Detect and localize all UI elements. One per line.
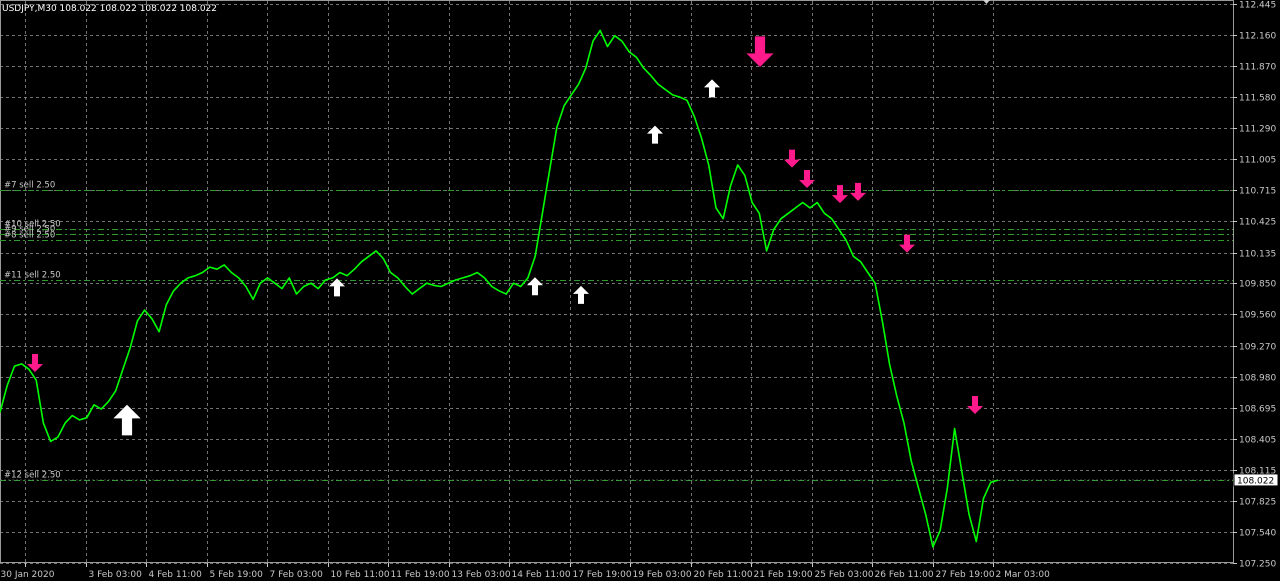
x-tick-label: 20 Feb 11:00 <box>694 570 753 580</box>
y-tick-label: 111.870 <box>1239 63 1276 73</box>
sell-level-label: #7 sell 2.50 <box>4 181 55 191</box>
y-tick-label: 111.290 <box>1239 125 1276 135</box>
y-tick-label: 108.405 <box>1239 436 1276 446</box>
x-tick-label: 21 Feb 19:00 <box>754 570 813 580</box>
buy-arrow-icon <box>527 277 543 296</box>
y-tick-label: 107.540 <box>1239 529 1276 539</box>
y-tick-label: 108.980 <box>1239 374 1276 384</box>
sell-arrow-icon <box>967 395 983 414</box>
sell-level-label: #12 sell 2.50 <box>4 471 61 481</box>
scroll-marker-icon <box>983 0 990 4</box>
y-tick-label: 107.825 <box>1239 498 1276 508</box>
buy-arrow-icon <box>704 79 720 98</box>
x-tick-label: 5 Feb 19:00 <box>210 570 264 580</box>
sell-arrow-icon <box>799 170 815 189</box>
y-tick-label: 112.445 <box>1239 1 1276 11</box>
y-tick-label: 110.135 <box>1239 250 1276 260</box>
x-tick-label: 13 Feb 03:00 <box>452 570 511 580</box>
chart-canvas[interactable]: 112.445 112.160 111.870 111.580 111.290 111.0… <box>0 0 1280 581</box>
y-tick-label: 109.560 <box>1239 311 1276 321</box>
plot-frame <box>0 0 1234 563</box>
x-tick-label: 30 Jan 2020 <box>1 570 55 580</box>
chart-title: USDJPY,M30 108.022 108.022 108.022 108.0… <box>2 4 217 14</box>
sell-level-label: #8 sell 2.50 <box>4 231 55 241</box>
y-tick-label: 111.005 <box>1239 156 1276 166</box>
y-tick-label: 110.715 <box>1239 187 1276 197</box>
x-tick-label: 7 Feb 03:00 <box>270 570 324 580</box>
x-tick-label: 25 Feb 03:00 <box>815 570 874 580</box>
x-tick-label: 27 Feb 19:00 <box>936 570 995 580</box>
y-tick-label: 109.850 <box>1239 280 1276 290</box>
x-tick-label: 17 Feb 19:00 <box>573 570 632 580</box>
buy-arrow-icon <box>113 404 141 436</box>
price-chart[interactable]: 112.445 112.160 111.870 111.580 111.290 111.0… <box>0 0 1280 581</box>
y-tick-label: 110.425 <box>1239 218 1276 228</box>
x-tick-label: 19 Feb 03:00 <box>633 570 692 580</box>
buy-arrow-icon <box>329 278 345 297</box>
x-tick-label: 4 Feb 11:00 <box>149 570 203 580</box>
sell-arrow-icon <box>899 234 915 253</box>
y-tick-label: 111.580 <box>1239 94 1276 104</box>
x-tick-label: 26 Feb 11:00 <box>875 570 934 580</box>
sell-arrow-icon <box>832 185 848 204</box>
x-tick-label: 2 Mar 03:00 <box>996 570 1051 580</box>
y-tick-label: 112.160 <box>1239 32 1276 42</box>
y-tick-label: 109.270 <box>1239 343 1276 353</box>
sell-level-label: #11 sell 2.50 <box>4 271 61 281</box>
x-tick-label: 3 Feb 03:00 <box>89 570 143 580</box>
y-tick-label: 108.695 <box>1239 405 1276 415</box>
price-series-line <box>0 29 999 548</box>
sell-arrow-icon <box>850 182 866 201</box>
x-tick-label: 14 Feb 11:00 <box>512 570 571 580</box>
current-price-label: 108.022 <box>1237 476 1274 486</box>
sell-arrow-icon <box>746 36 774 68</box>
sell-arrow-icon <box>784 149 800 168</box>
y-tick-label: 107.250 <box>1239 560 1276 570</box>
x-tick-label: 11 Feb 19:00 <box>391 570 450 580</box>
buy-arrow-icon <box>573 285 589 304</box>
x-tick-label: 10 Feb 11:00 <box>331 570 390 580</box>
